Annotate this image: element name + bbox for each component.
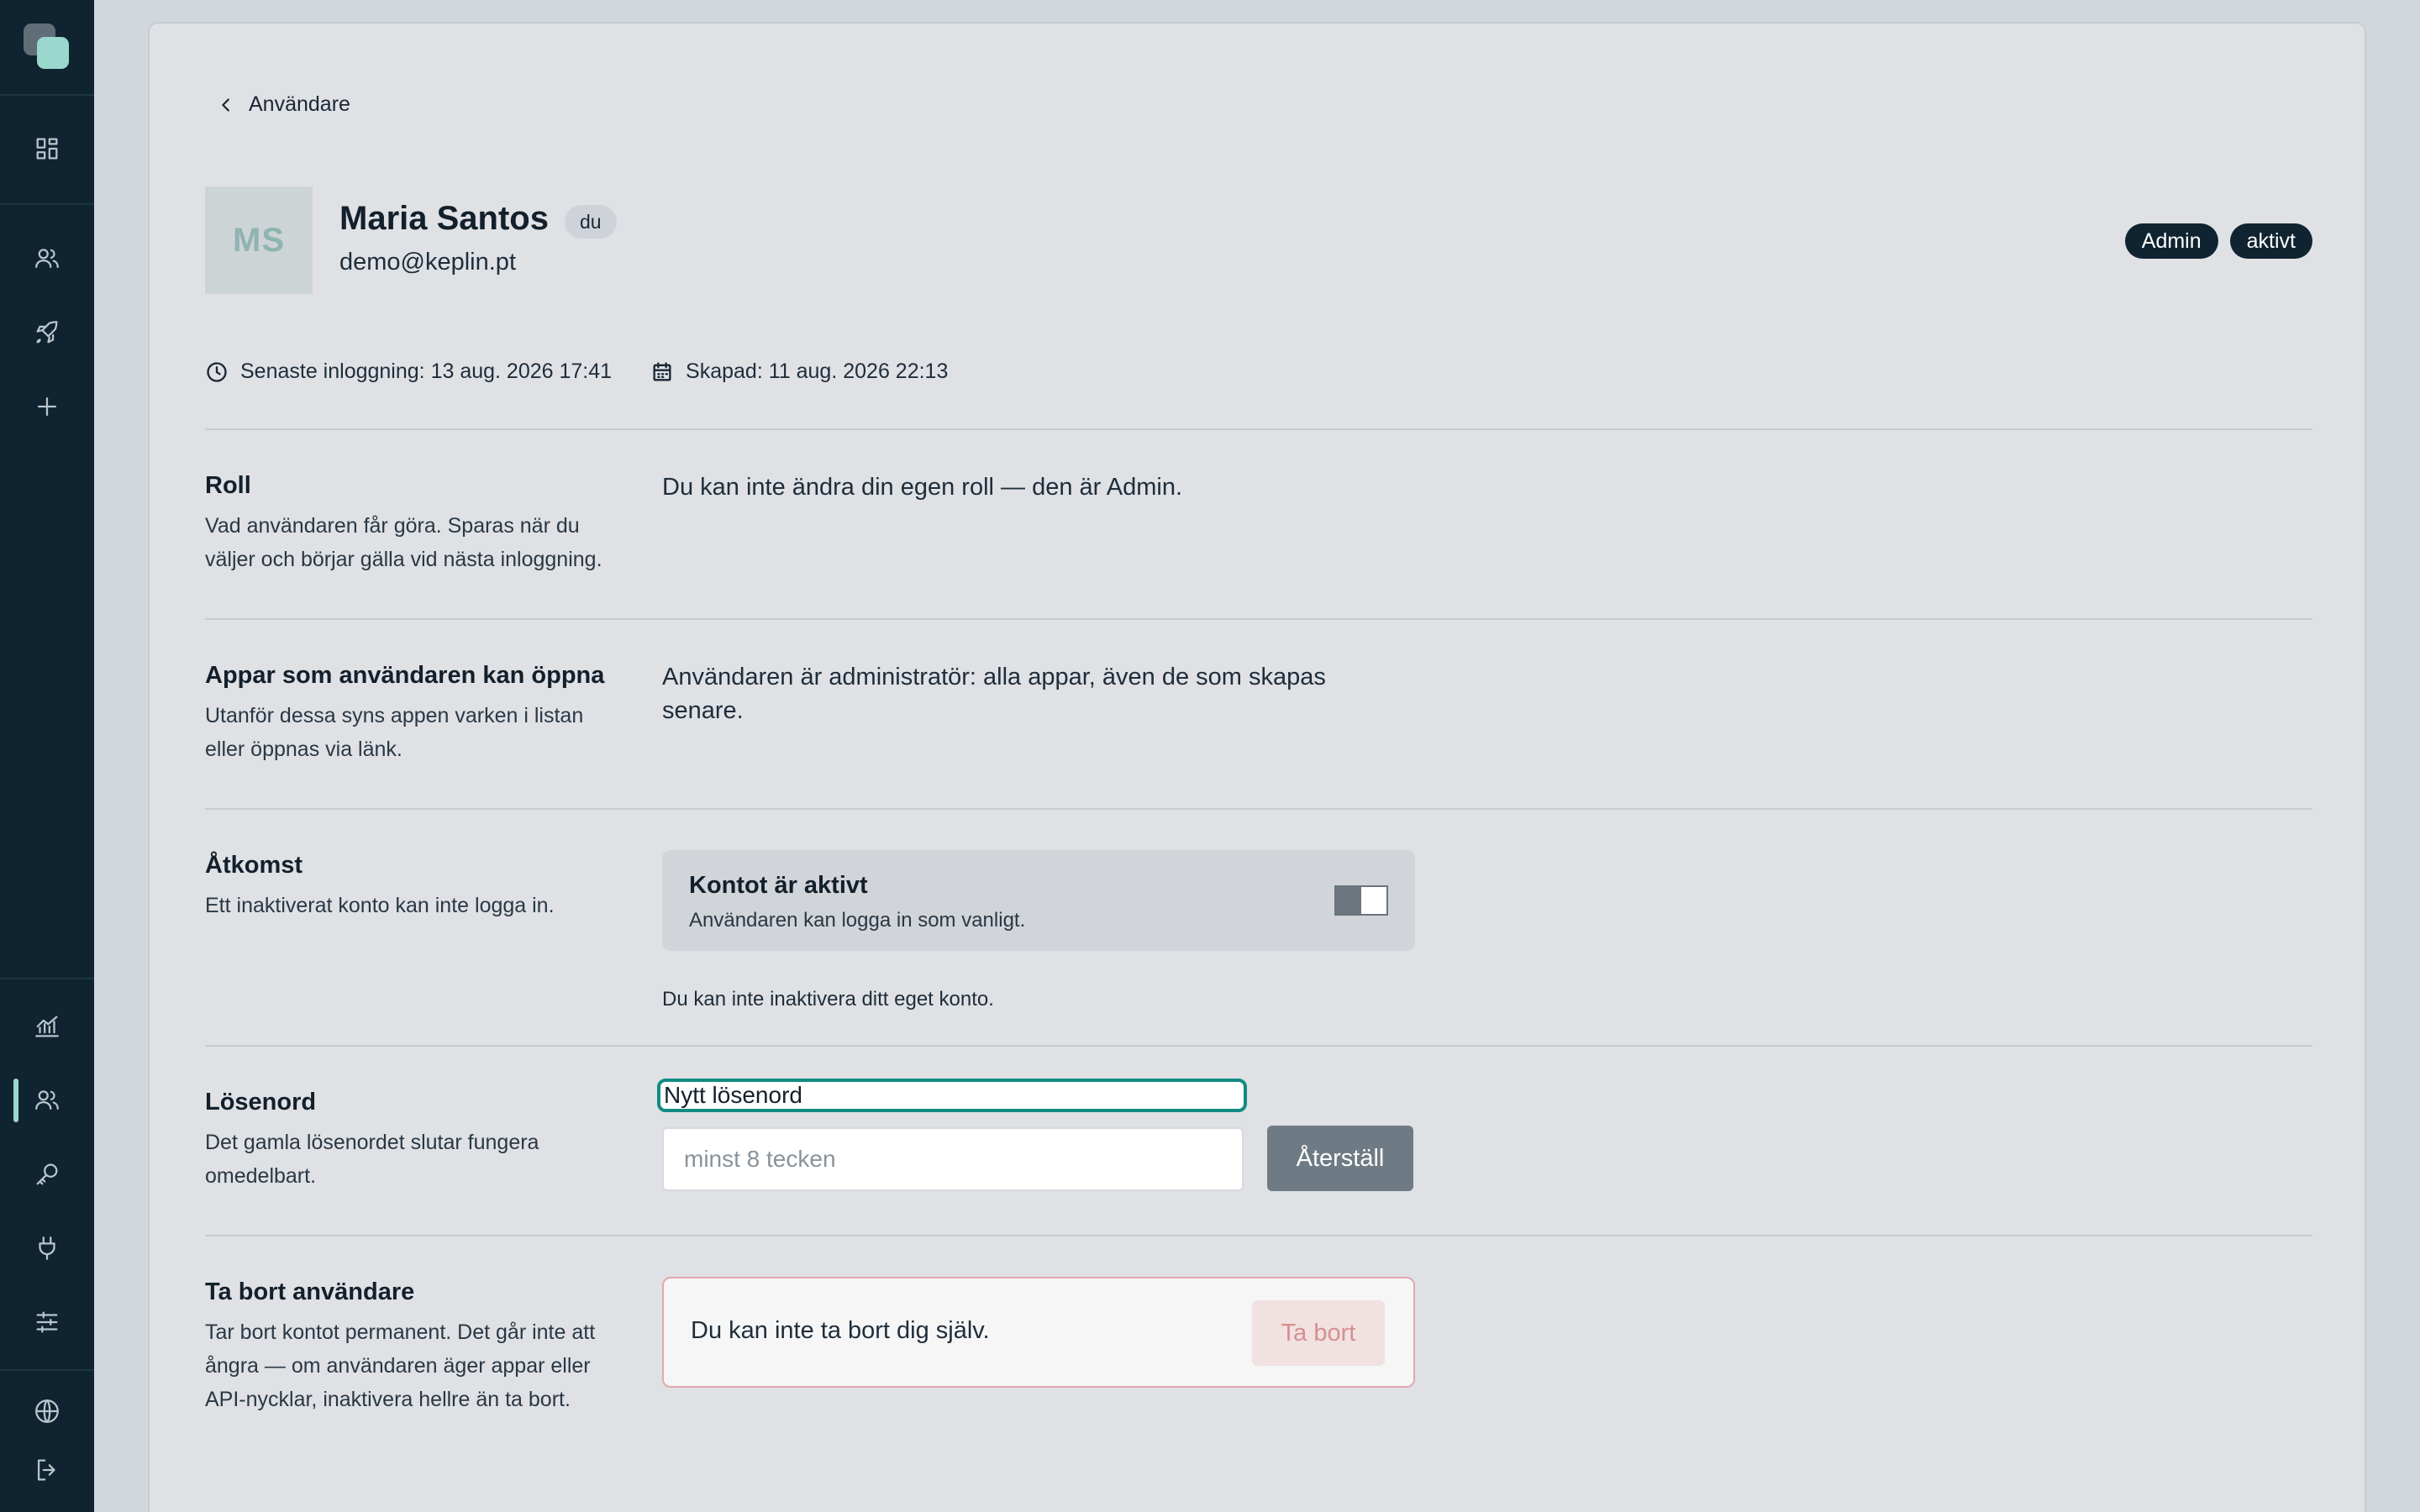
delete-section-description: Tar bort kontot permanent. Det går inte … bbox=[205, 1320, 596, 1411]
sidebar-divider bbox=[0, 978, 94, 979]
sidebar-item-analytics[interactable] bbox=[0, 996, 94, 1057]
rocket-icon bbox=[36, 321, 58, 344]
delete-user-panel: Du kan inte ta bort dig själv. Ta bort bbox=[662, 1277, 1415, 1388]
sidebar-item-users[interactable] bbox=[0, 1070, 94, 1131]
role-section-title: Roll bbox=[205, 472, 251, 499]
sidebar-item-settings[interactable] bbox=[0, 1292, 94, 1352]
apps-section-description: Utanför dessa syns appen varken i listan… bbox=[205, 704, 584, 761]
new-password-input[interactable] bbox=[662, 1127, 1244, 1191]
new-password-label[interactable]: Nytt lösenord bbox=[657, 1079, 1247, 1112]
created-date: Skapad: 11 aug. 2026 22:13 bbox=[650, 360, 948, 384]
back-link[interactable]: Användare bbox=[217, 92, 350, 117]
logout-icon bbox=[37, 1459, 55, 1481]
account-active-toggle[interactable] bbox=[1334, 885, 1388, 916]
delete-section-title: Ta bort användare bbox=[205, 1278, 415, 1305]
sidebar bbox=[0, 0, 94, 1512]
password-section-description: Det gamla lösenordet slutar fungera omed… bbox=[205, 1131, 539, 1188]
sidebar-item-logout[interactable] bbox=[0, 1440, 94, 1500]
key-icon bbox=[36, 1163, 58, 1185]
user-meta: Senaste inloggning: 13 aug. 2026 17:41 S… bbox=[205, 360, 986, 384]
account-active-title: Kontot är aktivt bbox=[689, 872, 868, 899]
toggle-knob bbox=[1361, 887, 1386, 914]
self-badge: du bbox=[565, 205, 617, 239]
sidebar-item-add[interactable] bbox=[0, 376, 94, 437]
user-badges: Admin aktivt bbox=[2124, 223, 2312, 259]
delete-user-message: Du kan inte ta bort dig själv. bbox=[691, 1317, 990, 1344]
account-active-panel: Kontot är aktivt Användaren kan logga in… bbox=[662, 850, 1415, 951]
chevron-left-icon bbox=[222, 97, 229, 112]
status-badge: aktivt bbox=[2229, 223, 2312, 259]
apps-section-title: Appar som användaren kan öppna bbox=[205, 662, 605, 689]
chart-icon bbox=[35, 1016, 59, 1037]
role-section-content: Du kan inte ändra din egen roll — den är… bbox=[662, 474, 1183, 501]
sidebar-divider bbox=[0, 1369, 94, 1371]
user-email: demo@keplin.pt bbox=[339, 249, 516, 276]
section-divider bbox=[205, 428, 2312, 430]
role-badge: Admin bbox=[2124, 223, 2218, 259]
calendar-icon bbox=[653, 361, 671, 381]
section-divider bbox=[205, 1235, 2312, 1236]
apps-section-content: Användaren är administratör: alla appar,… bbox=[662, 664, 1326, 724]
plus-icon bbox=[37, 396, 57, 417]
avatar: MS bbox=[205, 186, 313, 294]
sidebar-divider bbox=[0, 94, 94, 96]
dashboard-grid-icon bbox=[36, 138, 58, 160]
users-icon bbox=[35, 1090, 59, 1110]
sidebar-item-language[interactable] bbox=[0, 1381, 94, 1441]
sidebar-item-users-top[interactable] bbox=[0, 228, 94, 289]
sidebar-item-dashboard[interactable] bbox=[0, 118, 94, 179]
last-login: Senaste inloggning: 13 aug. 2026 17:41 bbox=[205, 360, 612, 384]
access-note: Du kan inte inaktivera ditt eget konto. bbox=[662, 988, 994, 1011]
section-divider bbox=[205, 1045, 2312, 1047]
created-date-text: Skapad: 11 aug. 2026 22:13 bbox=[686, 360, 949, 383]
globe-icon bbox=[35, 1399, 59, 1423]
delete-user-button[interactable]: Ta bort bbox=[1252, 1300, 1385, 1366]
sliders-icon bbox=[36, 1311, 58, 1333]
access-section-description: Ett inaktiverat konto kan inte logga in. bbox=[205, 894, 555, 917]
access-section-title: Åtkomst bbox=[205, 852, 303, 879]
users-icon bbox=[35, 249, 59, 269]
sidebar-item-integrations[interactable] bbox=[0, 1218, 94, 1278]
last-login-text: Senaste inloggning: 13 aug. 2026 17:41 bbox=[240, 360, 613, 383]
sidebar-item-launch[interactable] bbox=[0, 302, 94, 363]
account-active-subtitle: Användaren kan logga in som vanligt. bbox=[689, 909, 1026, 932]
sidebar-item-keys[interactable] bbox=[0, 1144, 94, 1205]
app-logo[interactable] bbox=[24, 24, 71, 71]
back-link-label: Användare bbox=[249, 92, 350, 116]
section-divider bbox=[205, 808, 2312, 810]
role-section-description: Vad användaren får göra. Sparas när du v… bbox=[205, 514, 602, 571]
sidebar-divider bbox=[0, 203, 94, 205]
reset-password-button[interactable]: Återställ bbox=[1267, 1126, 1413, 1191]
password-section-title: Lösenord bbox=[205, 1089, 317, 1116]
user-name: Maria Santos bbox=[339, 200, 549, 237]
clock-icon bbox=[207, 361, 227, 382]
user-detail-card: Användare MS Maria Santos du demo@keplin… bbox=[148, 22, 2366, 1512]
plug-icon bbox=[39, 1236, 55, 1260]
section-divider bbox=[205, 618, 2312, 620]
